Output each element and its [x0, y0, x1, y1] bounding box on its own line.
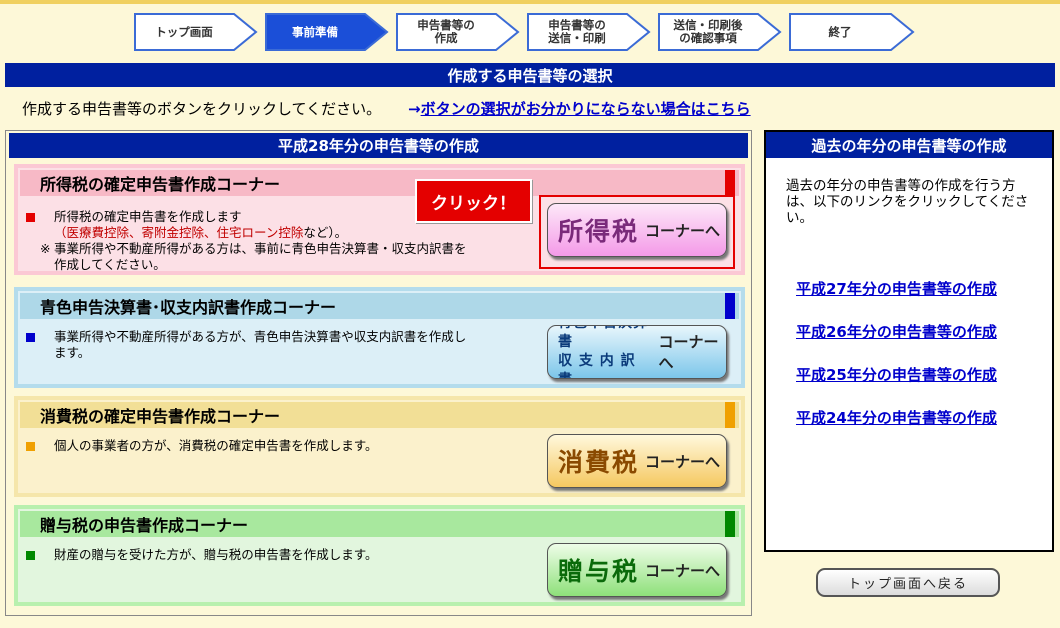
current-year-header: 平成28年分の申告書等の作成 — [9, 133, 748, 158]
income-tax-corner: 所得税の確定申告書作成コーナー 所得税の確定申告書を作成します （医療費控除、寄… — [14, 164, 745, 275]
click-badge: クリック！ — [415, 179, 532, 223]
bullet-icon — [26, 442, 35, 451]
link-h27[interactable]: 平成27年分の申告書等の作成 — [796, 278, 997, 299]
income-tax-button[interactable]: 所得税 コーナーへ — [547, 203, 727, 257]
button-label-line1: 青色申告決算書 — [558, 326, 647, 350]
gift-tax-corner: 贈与税の申告書作成コーナー 財産の贈与を受けた方が、贈与税の申告書を作成します。… — [14, 505, 745, 606]
blue-return-title: 青色申告決算書･収支内訳書作成コーナー — [20, 293, 739, 319]
bullet-icon — [26, 551, 35, 560]
blue-return-corner: 青色申告決算書･収支内訳書作成コーナー 事業所得や不動産所得がある方が、青色申告… — [14, 287, 745, 388]
current-year-panel: 平成28年分の申告書等の作成 所得税の確定申告書作成コーナー 所得税の確定申告書… — [5, 130, 752, 616]
button-sub-label: コーナーへ — [658, 333, 719, 372]
button-sub-label: コーナーへ — [645, 561, 721, 580]
step-top: トップ画面 — [134, 13, 258, 51]
past-years-header: 過去の年分の申告書等の作成 — [766, 132, 1052, 158]
corner-marker — [725, 293, 735, 319]
deduction-examples: 医療費控除、寄附金控除、住宅ローン控除 — [66, 225, 304, 240]
income-tax-title: 所得税の確定申告書作成コーナー — [20, 170, 739, 196]
step-label: 申告書等の 作成 — [417, 18, 475, 45]
button-label-line2: 収 支 内 訳 書 — [558, 353, 636, 378]
corner-marker — [725, 170, 735, 196]
link-h26[interactable]: 平成26年分の申告書等の作成 — [796, 321, 997, 342]
step-label: 送信・印刷後 の確認事項 — [673, 18, 743, 45]
button-sub-label: コーナーへ — [645, 452, 721, 471]
income-tax-desc: 所得税の確定申告書を作成します （医療費控除、寄附金控除、住宅ローン控除など）。 — [54, 209, 434, 241]
button-label: 消費税 — [558, 448, 640, 477]
link-h24[interactable]: 平成24年分の申告書等の作成 — [796, 407, 997, 428]
desc-open-paren: （ — [54, 225, 67, 240]
button-sub-label: コーナーへ — [645, 221, 721, 240]
help-link[interactable]: →ボタンの選択がお分かりにならない場合はこちら — [408, 98, 751, 119]
step-confirm: 送信・印刷後 の確認事項 — [658, 13, 782, 51]
consumption-tax-title: 消費税の確定申告書作成コーナー — [20, 402, 739, 428]
note-mark: ※ — [40, 241, 51, 256]
desc-close: など）。 — [303, 225, 348, 240]
back-to-top-button[interactable]: トップ画面へ戻る — [816, 568, 1000, 597]
step-label: トップ画面 — [155, 24, 213, 39]
consumption-tax-corner: 消費税の確定申告書作成コーナー 個人の事業者の方が、消費税の確定申告書を作成しま… — [14, 396, 745, 497]
button-label: 所得税 — [558, 217, 640, 246]
corner-marker — [725, 402, 735, 428]
gift-tax-title: 贈与税の申告書作成コーナー — [20, 511, 739, 537]
instruction-text: 作成する申告書等のボタンをクリックしてください。 — [22, 100, 382, 118]
income-tax-note: 事業所得や不動産所得がある方は、事前に青色申告決算書・収支内訳書を作成してくださ… — [54, 241, 467, 272]
blue-return-button[interactable]: 青色申告決算書収 支 内 訳 書コーナーへ — [547, 325, 727, 379]
desc-text: 所得税の確定申告書を作成します — [54, 209, 242, 224]
consumption-tax-desc: 個人の事業者の方が、消費税の確定申告書を作成します。 — [54, 438, 378, 453]
past-years-panel: 過去の年分の申告書等の作成 過去の年分の申告書等の作成を行う方は、以下のリンクを… — [764, 130, 1054, 552]
bullet-icon — [26, 333, 35, 342]
link-h25[interactable]: 平成25年分の申告書等の作成 — [796, 364, 997, 385]
help-link-text[interactable]: ボタンの選択がお分かりにならない場合はこちら — [421, 100, 751, 118]
step-end: 終了 — [789, 13, 915, 51]
consumption-tax-button[interactable]: 消費税 コーナーへ — [547, 434, 727, 488]
arrow-icon: → — [408, 100, 421, 118]
step-label: 終了 — [828, 24, 852, 39]
step-preparation: 事前準備 — [265, 13, 389, 51]
step-send-print: 申告書等の 送信・印刷 — [527, 13, 651, 51]
gift-tax-desc: 財産の贈与を受けた方が、贈与税の申告書を作成します。 — [54, 547, 378, 562]
top-border — [0, 0, 1060, 4]
step-label: 事前準備 — [292, 24, 338, 39]
page-title: 作成する申告書等の選択 — [5, 63, 1055, 87]
gift-tax-button[interactable]: 贈与税 コーナーへ — [547, 543, 727, 597]
step-create: 申告書等の 作成 — [396, 13, 520, 51]
step-label: 申告書等の 送信・印刷 — [548, 18, 606, 45]
bullet-icon — [26, 213, 35, 222]
past-years-text: 過去の年分の申告書等の作成を行う方は、以下のリンクをクリックしてください。 — [786, 178, 1029, 226]
button-label: 贈与税 — [558, 557, 640, 586]
button-label-stack: 青色申告決算書収 支 内 訳 書 — [558, 326, 652, 378]
blue-return-desc: 事業所得や不動産所得がある方が、青色申告決算書や収支内訳書を作成します。 — [54, 329, 467, 360]
corner-marker — [725, 511, 735, 537]
